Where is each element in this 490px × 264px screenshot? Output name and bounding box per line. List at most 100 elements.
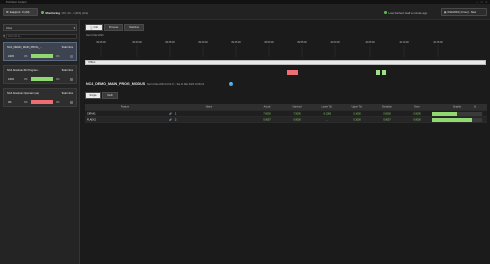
col-header-actual[interactable]: Actual: [264, 106, 271, 109]
measurement-table: Feature Name Actual Nominal Lower Tol. U…: [85, 104, 487, 123]
cell-feature: FLAEX1: [87, 118, 96, 121]
filter-row: ⚲: [3, 33, 77, 39]
link-icon[interactable]: 🔗: [169, 112, 172, 115]
timeline-event-ok[interactable]: [376, 70, 380, 75]
card-total: Total infos: [61, 69, 73, 72]
card-percent: 100%: [8, 55, 15, 58]
tab-process[interactable]: Process: [103, 24, 124, 31]
card-menu-icon[interactable]: [70, 100, 73, 104]
cell-lower-tol: -0.1000: [322, 112, 332, 115]
monitoring-info: ON; 4C.../ (dbh) (Hrs): [61, 10, 89, 15]
monitoring-status: Monitoring ON; 4C.../ (dbh) (Hrs): [41, 11, 88, 15]
cell-actual: 0.0057: [263, 118, 271, 121]
sidebar: Infos ▾ ⚲ NC4_DEMO_MAIN_PROG_... Total i…: [0, 20, 80, 264]
col-header-lower-tol[interactable]: Lower Tol.: [322, 106, 333, 109]
card-status-bar: [31, 77, 53, 81]
tab-label: Process: [108, 26, 119, 29]
info-tab-icon: ⓘ: [90, 26, 93, 30]
calendar-icon: ▦: [444, 10, 447, 14]
timeline-event-error[interactable]: [287, 70, 298, 75]
time-tick: 10:05:00: [365, 41, 375, 44]
time-tick: 10:00:00: [330, 41, 340, 44]
cell-lower-tol: ...: [326, 118, 328, 121]
card-status-bar: [31, 100, 53, 104]
equipment-label: Equipmt. X (All): [10, 10, 30, 14]
cell-feature: CIRAX1: [87, 112, 96, 115]
program-card[interactable]: NC4_DEMO_MAIN_PROG_... Total infos 100% …: [3, 42, 77, 61]
tab-multi[interactable]: Multi: [102, 92, 118, 99]
col-header-upper-tol[interactable]: Upper Tol.: [352, 106, 363, 109]
col-header-feature[interactable]: Feature: [121, 106, 129, 109]
offline-bar[interactable]: Offline: [85, 60, 486, 65]
program-card[interactable]: NC4 Absolute Operator (as) Total infos 0…: [3, 88, 77, 107]
cell-nominal: 0.0000: [293, 118, 301, 121]
card-neg: 0%: [56, 55, 60, 58]
card-zero: 0%: [24, 101, 28, 104]
card-menu-icon[interactable]: [70, 77, 73, 81]
tab-single[interactable]: Single: [85, 92, 101, 99]
status-dot-icon: [41, 11, 44, 14]
program-dates: Sat 11 Mar 2023 10:01:17 - Sat 11 Mar 20…: [147, 83, 205, 86]
card-percent: 100%: [8, 78, 15, 81]
card-menu-icon[interactable]: [70, 54, 73, 58]
program-card[interactable]: NC4 Absolute INI Program... Total infos …: [3, 65, 77, 84]
card-total: Total infos: [61, 92, 73, 95]
card-zero: 0%: [24, 55, 28, 58]
time-tick: 10:15:00: [433, 41, 443, 44]
monitoring-label: Monitoring: [45, 10, 60, 15]
sort-icon[interactable]: ⬍: [474, 106, 476, 109]
date-range-button[interactable]: ▦ 6/11/2023 (1 hour) - Now: [441, 8, 487, 16]
card-status-bar: [31, 54, 53, 58]
tab-label: Machine: [129, 26, 140, 29]
cell-error: 0.0000: [413, 112, 421, 115]
cell-upper-tol: 0.1000: [353, 118, 361, 121]
graphic-bar: [432, 112, 457, 116]
tab-info[interactable]: ⓘ Info: [85, 24, 103, 31]
col-header-deviation[interactable]: Deviation: [382, 106, 392, 109]
time-tick: 09:45:00: [231, 41, 241, 44]
program-title: NC4_DEMO_MAIN_PROG_MODUS: [86, 81, 146, 86]
time-tick: 09:55:00: [297, 41, 307, 44]
time-tick: 09:35:00: [165, 41, 175, 44]
equipment-icon: ⚙: [6, 10, 9, 14]
card-name: NC4 Absolute Operator (as): [7, 92, 40, 95]
graphic-bar: [432, 118, 472, 122]
info-select[interactable]: Infos ▾: [3, 24, 77, 31]
tab-machine[interactable]: Machine: [124, 24, 145, 31]
cell-deviation: 0.0000: [383, 112, 391, 115]
col-header-name[interactable]: Name: [206, 106, 212, 109]
cell-name: 1: [175, 112, 177, 115]
cell-error: 0.0000: [413, 118, 421, 121]
card-percent: 0%: [8, 101, 12, 104]
main-panel: ⓘ Info Process Machine Sat 11 Mar 2023 09…: [82, 20, 490, 264]
timeline-event-ok[interactable]: [382, 70, 386, 75]
cell-deviation: 0.0057: [383, 118, 391, 121]
chevron-down-icon: ▾: [73, 25, 75, 30]
time-tick: 09:25:00: [96, 41, 106, 44]
card-total: Total infos: [61, 46, 73, 49]
cell-nominal: 7.0000: [293, 112, 301, 115]
load-status: Last fetched: Half a minute ago: [384, 11, 427, 15]
col-header-nominal[interactable]: Nominal: [293, 106, 302, 109]
card-zero: 0%: [24, 78, 28, 81]
table-header: Feature Name Actual Nominal Lower Tol. U…: [85, 104, 487, 111]
top-toolbar: ⚙ Equipmt. X (All) Monitoring ON; 4C.../…: [0, 4, 490, 20]
load-info-text: Last fetched: Half a minute ago: [388, 10, 428, 15]
filter-input[interactable]: [6, 33, 77, 39]
equipment-select-button[interactable]: ⚙ Equipmt. X (All): [3, 8, 38, 16]
table-empty-area: [85, 123, 487, 263]
time-tick: 09:30:00: [132, 41, 142, 44]
info-icon[interactable]: i: [229, 81, 233, 86]
view-mode-tabs: Single Multi: [85, 92, 118, 99]
link-icon[interactable]: 🔗: [169, 118, 172, 121]
timeline-date: Sat 11 Mar 2023: [86, 34, 104, 37]
card-name: NC4_DEMO_MAIN_PROG_...: [7, 46, 43, 49]
col-header-error[interactable]: Error: [414, 106, 419, 109]
col-header-graphic[interactable]: Graphic: [453, 106, 461, 109]
cell-upper-tol: 0.1000: [353, 112, 361, 115]
status-dot-icon: [384, 11, 387, 14]
time-tick: 09:40:00: [198, 41, 208, 44]
tab-label: Info: [93, 26, 98, 29]
filter-icon[interactable]: ⚲: [3, 34, 5, 38]
timeline-grid: [100, 45, 439, 57]
